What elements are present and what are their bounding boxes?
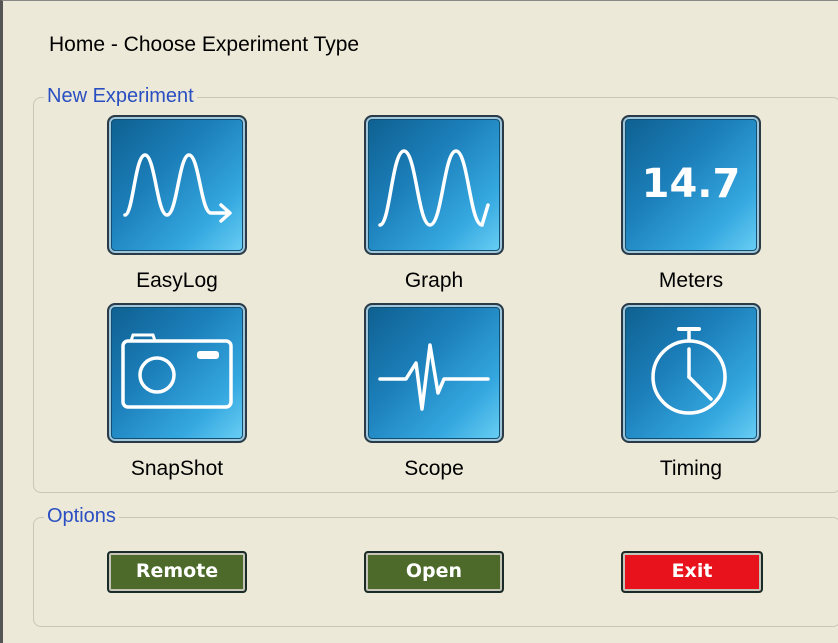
stopwatch-icon [651,327,727,415]
snapshot-label: SnapShot [130,457,224,480]
meters-label: Meters [658,269,724,292]
camera-icon [121,333,233,409]
page-title: Home - Choose Experiment Type [49,33,360,56]
meters-tile-button[interactable]: 14.7 [621,115,761,255]
meter-readout-icon: 14.7 [642,161,741,207]
wave-arrow-icon [123,153,232,223]
new-experiment-legend: New Experiment [44,85,197,108]
graph-tile-button[interactable] [364,115,504,255]
remote-button[interactable]: Remote [107,551,247,593]
graph-label: Graph [404,269,464,292]
pulse-trace-icon [378,343,490,411]
timing-label: Timing [659,457,723,480]
scope-label: Scope [404,457,464,480]
scope-tile-button[interactable] [364,303,504,443]
easylog-tile-button[interactable] [107,115,247,255]
easylog-label: EasyLog [136,269,218,292]
meter-readout-value: 14.7 [642,161,741,207]
sine-wave-icon [378,149,490,227]
experiment-chooser-window: Home - Choose Experiment Type New Experi… [0,0,838,643]
snapshot-tile-button[interactable] [107,303,247,443]
timing-tile-button[interactable] [621,303,761,443]
open-button[interactable]: Open [364,551,504,593]
exit-button[interactable]: Exit [621,551,763,593]
options-legend: Options [44,505,119,528]
